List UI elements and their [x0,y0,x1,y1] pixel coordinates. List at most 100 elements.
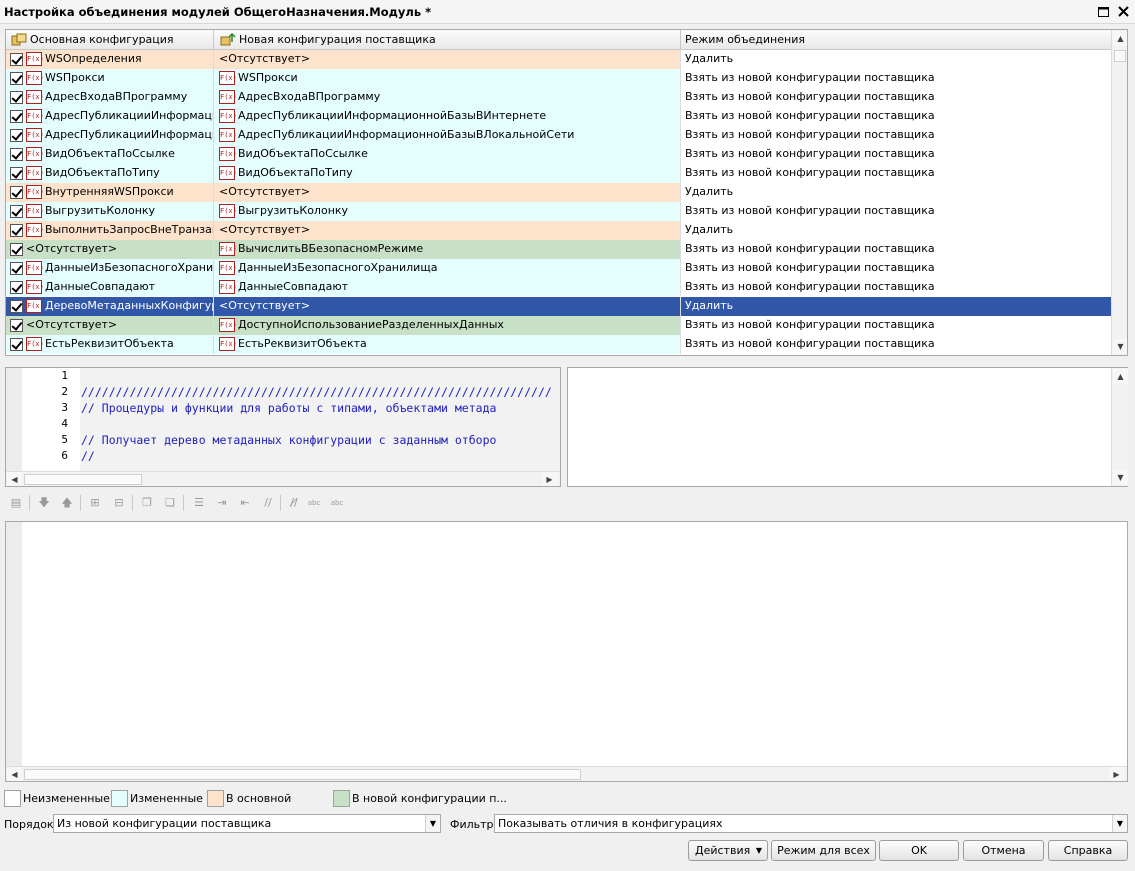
grid-vertical-scrollbar[interactable]: ▲ ▼ [1111,30,1127,355]
code-line[interactable]: ////////////////////////////////////////… [81,385,552,399]
include-checkbox[interactable] [10,205,23,218]
cell-vendor-config[interactable]: F(x) АдресПубликацииИнформационнойБазыВИн… [214,107,681,126]
include-checkbox[interactable] [10,53,23,66]
cell-main-config[interactable]: <Отсутствует> [6,316,214,335]
cell-vendor-config[interactable]: F(x) ВидОбъектаПоСсылке [214,145,681,164]
cell-main-config[interactable]: F(x) ВидОбъектаПоТипу [6,164,214,183]
cell-merge-mode[interactable]: Взять из новой конфигурации поставщика [681,164,1112,183]
scroll-up-icon[interactable]: ▲ [1113,369,1128,384]
include-checkbox[interactable] [10,72,23,85]
actions-button[interactable]: Действия ▼ [688,840,768,861]
table-row[interactable]: F(x) ВидОбъектаПоСсылке F(x) ВидОбъектаПоСс… [6,145,1112,164]
table-row[interactable]: F(x) ВидОбъектаПоТипу F(x) ВидОбъектаПоТипу… [6,164,1112,183]
preview-icon[interactable]: ▤ [8,495,24,511]
cell-merge-mode[interactable]: Взять из новой конфигурации поставщика [681,88,1112,107]
include-checkbox[interactable] [10,224,23,237]
code-line[interactable]: // Процедуры и функции для работы с типа… [81,401,496,415]
include-checkbox[interactable] [10,300,23,313]
cell-vendor-config[interactable]: F(x) ДанныеСовпадают [214,278,681,297]
arrow-down-icon[interactable]: 🡇 [36,495,52,511]
include-checkbox[interactable] [10,91,23,104]
cell-vendor-config[interactable]: F(x) АдресПубликацииИнформационнойБазыВЛо… [214,126,681,145]
cell-vendor-config[interactable]: <Отсутствует> [214,183,681,202]
cell-vendor-config[interactable]: F(x) ЕстьРеквизитОбъекта [214,335,681,354]
cell-main-config[interactable]: F(x) АдресПубликацииИнформаци... [6,126,214,145]
filter-select[interactable]: Показывать отличия в конфигурациях ▼ [494,814,1128,833]
scroll-left-icon[interactable]: ◀ [7,472,22,486]
cell-main-config[interactable]: <Отсутствует> [6,240,214,259]
cell-vendor-config[interactable]: F(x) WSПрокси [214,69,681,88]
code-line[interactable]: // Получает дерево метаданных конфигурац… [81,433,496,447]
cell-merge-mode[interactable]: Удалить [681,183,1112,202]
cell-main-config[interactable]: F(x) АдресПубликацииИнформаци... [6,107,214,126]
tree-collapse-icon[interactable]: ⊟ [111,495,127,511]
cell-vendor-config[interactable]: F(x) ДанныеИзБезопасногоХранилища [214,259,681,278]
cell-merge-mode[interactable]: Удалить [681,221,1112,240]
include-checkbox[interactable] [10,281,23,294]
cell-merge-mode[interactable]: Удалить [681,297,1112,316]
cell-merge-mode[interactable]: Взять из новой конфигурации поставщика [681,145,1112,164]
include-checkbox[interactable] [10,319,23,332]
table-row[interactable]: F(x) АдресПубликацииИнформаци... F(x) Адрес… [6,107,1112,126]
table-row[interactable]: F(x) ДанныеСовпадают F(x) ДанныеСовпадают Вз… [6,278,1112,297]
code-horizontal-scrollbar[interactable]: ◀ ▶ [6,471,560,486]
cell-vendor-config[interactable]: F(x) АдресВходаВПрограмму [214,88,681,107]
cell-merge-mode[interactable]: Взять из новой конфигурации поставщика [681,202,1112,221]
table-row[interactable]: F(x) WSПрокси F(x) WSПрокси Взять из новой к… [6,69,1112,88]
cell-main-config[interactable]: F(x) ВыполнитьЗапросВнеТранзак... [6,221,214,240]
include-checkbox[interactable] [10,167,23,180]
cell-main-config[interactable]: F(x) WSОпределения [6,50,214,69]
arrow-up-icon[interactable]: 🡅 [59,495,75,511]
cell-merge-mode[interactable]: Взять из новой конфигурации поставщика [681,278,1112,297]
table-row[interactable]: F(x) АдресПубликацииИнформаци... F(x) Адрес… [6,126,1112,145]
include-checkbox[interactable] [10,110,23,123]
close-icon[interactable] [1116,4,1132,20]
cell-main-config[interactable]: F(x) ВнутренняяWSПрокси [6,183,214,202]
main-module-code-pane[interactable]: 1 2 3 4 5 6 ////////////////////////////… [5,367,561,487]
cell-main-config[interactable]: F(x) ДанныеСовпадают [6,278,214,297]
scroll-down-icon[interactable]: ▼ [1113,470,1128,485]
outdent-icon[interactable]: ⇤ [237,495,253,511]
comment-icon[interactable]: // [260,495,276,511]
cell-merge-mode[interactable]: Удалить [681,50,1112,69]
table-row[interactable]: <Отсутствует> F(x) ВычислитьВБезопасномРеж… [6,240,1112,259]
uncomment-icon[interactable]: //̸ [286,495,302,511]
table-row[interactable]: F(x) ДеревоМетаданныхКонфигур... <Отсутств… [6,296,1113,317]
align-icon[interactable]: ☰ [191,495,207,511]
include-checkbox[interactable] [10,129,23,142]
cell-main-config[interactable]: F(x) ДанныеИзБезопасногоХрани... [6,259,214,278]
table-row[interactable]: <Отсутствует> F(x) ДоступноИспользованиеРа… [6,316,1112,335]
cell-vendor-config[interactable]: F(x) ДоступноИспользованиеРазделенныхДанн… [214,316,681,335]
table-row[interactable]: F(x) ВнутренняяWSПрокси <Отсутствует> Удали… [6,183,1112,202]
table-row[interactable]: F(x) ЕстьРеквизитОбъекта F(x) ЕстьРеквизитО… [6,335,1112,354]
include-checkbox[interactable] [10,148,23,161]
dropdown-arrow-icon[interactable]: ▼ [1112,815,1127,832]
include-checkbox[interactable] [10,243,23,256]
cell-vendor-config[interactable]: <Отсутствует> [214,50,681,69]
cell-merge-mode[interactable]: Взять из новой конфигурации поставщика [681,107,1112,126]
scroll-right-icon[interactable]: ▶ [542,472,557,486]
code-line[interactable]: // [81,449,95,463]
column-vendor-config[interactable]: Новая конфигурация поставщика [214,30,681,50]
result-code-editor[interactable]: ◀ ▶ [5,521,1128,782]
code-vertical-scrollbar[interactable]: ▲ ▼ [1111,368,1128,486]
cell-main-config[interactable]: F(x) WSПрокси [6,69,214,88]
editor-horizontal-scrollbar[interactable]: ◀ ▶ [6,766,1127,781]
cell-merge-mode[interactable]: Взять из новой конфигурации поставщика [681,126,1112,145]
include-checkbox[interactable] [10,186,23,199]
ok-button[interactable]: OK [879,840,959,861]
scroll-left-icon[interactable]: ◀ [7,767,22,781]
scroll-down-icon[interactable]: ▼ [1113,339,1127,354]
scroll-right-icon[interactable]: ▶ [1109,767,1124,781]
cell-merge-mode[interactable]: Взять из новой конфигурации поставщика [681,259,1112,278]
maximize-icon[interactable] [1096,4,1112,20]
merge-grid[interactable]: Основная конфигурация Новая конфигурация… [5,29,1128,356]
column-merge-mode[interactable]: Режим объединения [681,30,1112,50]
cell-main-config[interactable]: F(x) ДеревоМетаданныхКонфигур... [6,297,214,316]
tree-expand-icon[interactable]: ⊞ [87,495,103,511]
cell-merge-mode[interactable]: Взять из новой конфигурации поставщика [681,240,1112,259]
scroll-up-icon[interactable]: ▲ [1113,31,1127,46]
cell-merge-mode[interactable]: Взять из новой конфигурации поставщика [681,316,1112,335]
scroll-thumb[interactable] [1114,50,1126,62]
cell-merge-mode[interactable]: Взять из новой конфигурации поставщика [681,69,1112,88]
